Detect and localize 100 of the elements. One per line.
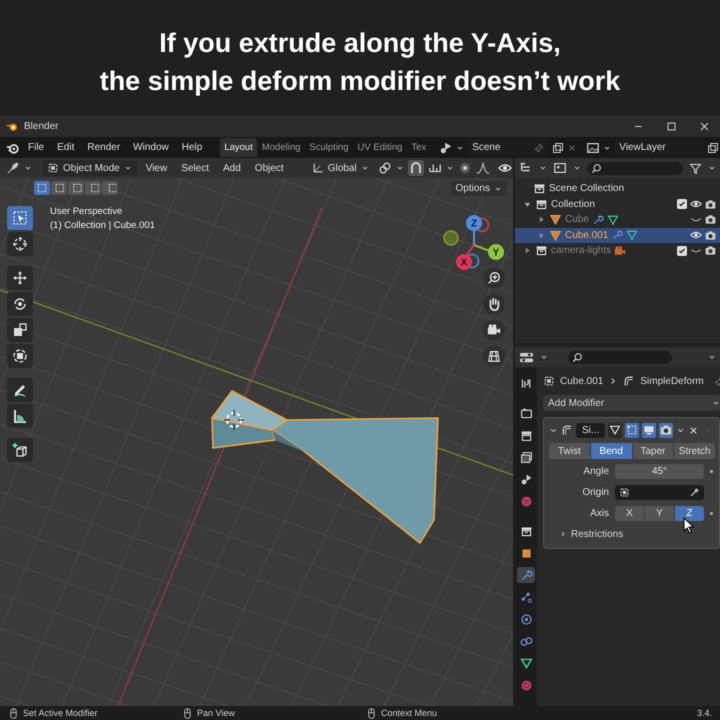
mode-tab[interactable]: Taper [632, 443, 674, 459]
copy-icon[interactable] [707, 142, 720, 154]
edit-mode-toggle[interactable] [608, 422, 622, 438]
scale-tool-icon[interactable] [7, 318, 33, 342]
caret-icon[interactable] [539, 164, 547, 172]
move-tool-icon[interactable] [7, 266, 33, 290]
menu-item[interactable]: View [140, 160, 172, 176]
version-text: 3.4. [696, 708, 712, 718]
outliner-row[interactable]: Cube [515, 212, 720, 228]
modifier-name-field[interactable]: Si... [576, 422, 606, 438]
close-icon[interactable] [699, 120, 710, 132]
camera-render-icon[interactable] [705, 230, 716, 241]
caret-icon[interactable] [446, 164, 454, 172]
wrench-icon[interactable] [592, 214, 604, 226]
selection-mode-icon[interactable] [51, 181, 67, 195]
image-icon[interactable] [586, 140, 600, 154]
pivot-icon[interactable] [378, 161, 392, 175]
editor-type-icon[interactable] [6, 161, 20, 175]
options-dropdown[interactable]: Options [450, 181, 507, 196]
axis-option[interactable]: Z [675, 506, 704, 521]
camera-render-icon[interactable] [705, 214, 716, 226]
selection-mode-icon[interactable] [102, 181, 118, 195]
workspace-tab[interactable]: Modeling [258, 138, 304, 157]
select-tool-icon[interactable] [7, 206, 33, 230]
filter-icon[interactable] [689, 162, 702, 174]
scene-field[interactable]: Scene [467, 139, 550, 156]
search-field[interactable] [587, 162, 683, 174]
selection-mode-icon[interactable] [68, 181, 84, 195]
falloff-curve-icon[interactable] [476, 161, 490, 175]
camera-icon[interactable] [483, 320, 505, 340]
grid-icon[interactable] [483, 346, 505, 366]
selection-mode-icon[interactable] [34, 181, 50, 195]
transform-tool-icon[interactable] [7, 344, 33, 368]
mesh-data-icon[interactable] [606, 214, 619, 226]
rotate-tool-icon[interactable] [7, 292, 33, 316]
expand-arrow-icon[interactable] [537, 215, 546, 224]
workspace-tab[interactable]: Layout [220, 138, 257, 157]
close-icon[interactable] [688, 424, 699, 436]
gizmo-axis-label: X [460, 258, 468, 268]
maximize-icon[interactable] [666, 120, 677, 132]
pin-icon[interactable] [534, 142, 544, 152]
workspace-tab[interactable]: UV Editing [354, 138, 406, 157]
caret-icon[interactable] [540, 353, 548, 361]
restrictions-subpanel[interactable]: Restrictions [549, 526, 715, 542]
zoom-icon[interactable] [483, 268, 505, 288]
selection-mode-icon[interactable] [85, 181, 101, 195]
render-toggle[interactable] [659, 422, 673, 438]
caret-icon[interactable] [24, 164, 32, 172]
copy-icon[interactable] [552, 142, 564, 154]
mesh-object-icon [549, 228, 562, 242]
menu-item[interactable]: Object [250, 160, 289, 176]
scene-icon[interactable] [439, 140, 454, 154]
mode-tab[interactable]: Bend [590, 443, 632, 459]
mode-dropdown[interactable]: Object Mode [42, 160, 137, 176]
image-icon[interactable] [553, 161, 567, 175]
outliner-row[interactable]: Collection [515, 196, 720, 212]
mode-tab[interactable]: Twist [549, 443, 590, 459]
caret-icon[interactable] [708, 353, 716, 361]
expand-arrow-icon[interactable] [523, 246, 532, 256]
mode-tab[interactable]: Stretch [674, 443, 715, 459]
cage-toggle[interactable] [625, 422, 640, 438]
workspace-tab[interactable]: Tex [407, 138, 430, 157]
origin-field[interactable] [615, 485, 704, 500]
measure-tool-icon[interactable] [7, 404, 33, 428]
caret-icon[interactable] [456, 144, 464, 152]
menu-item[interactable]: Select [176, 160, 214, 176]
camera-render-icon[interactable] [705, 245, 716, 256]
axis-option[interactable]: X [615, 506, 644, 521]
checkbox[interactable] [677, 246, 687, 256]
outliner-row[interactable]: Cube.001 [515, 228, 720, 243]
menu-item[interactable]: Help [176, 140, 208, 155]
angle-field[interactable]: 45° [615, 464, 704, 479]
cursor-tool-icon[interactable] [7, 232, 33, 256]
add-modifier-dropdown[interactable]: Add Modifier [543, 395, 720, 411]
hand-icon[interactable] [483, 294, 505, 314]
navigation-gizmo[interactable]: X Y Z [440, 205, 506, 275]
caret-icon [360, 164, 369, 172]
menu-item[interactable]: Window [128, 140, 174, 155]
menu-item[interactable]: Edit [52, 140, 80, 155]
viewport-toggle[interactable] [642, 422, 656, 438]
search-field[interactable] [568, 350, 672, 364]
outliner-row[interactable]: camera-lights [515, 243, 720, 258]
mesh-data-icon[interactable] [626, 229, 638, 242]
menu-item[interactable]: Add [218, 160, 246, 176]
caret-icon[interactable] [396, 164, 404, 172]
camera-render-icon[interactable] [705, 198, 716, 210]
caret-icon[interactable] [708, 164, 716, 172]
menu-item[interactable]: File [23, 140, 50, 155]
annotate-tool-icon[interactable] [7, 378, 33, 402]
snap-icon[interactable] [408, 160, 424, 176]
view-layer-field[interactable]: ViewLayer [614, 139, 704, 156]
axis-option[interactable]: Y [645, 506, 674, 521]
caret-icon[interactable] [573, 164, 581, 172]
workspace-tab[interactable]: Sculpting [305, 138, 353, 157]
add-cube-tool-icon[interactable] [7, 438, 33, 462]
menu-item[interactable]: Render [82, 140, 126, 155]
proportional-edit-icon[interactable] [458, 161, 472, 175]
caret-icon[interactable] [603, 144, 612, 152]
checkbox[interactable] [677, 199, 687, 210]
modifier-tab-icon[interactable] [517, 567, 535, 583]
